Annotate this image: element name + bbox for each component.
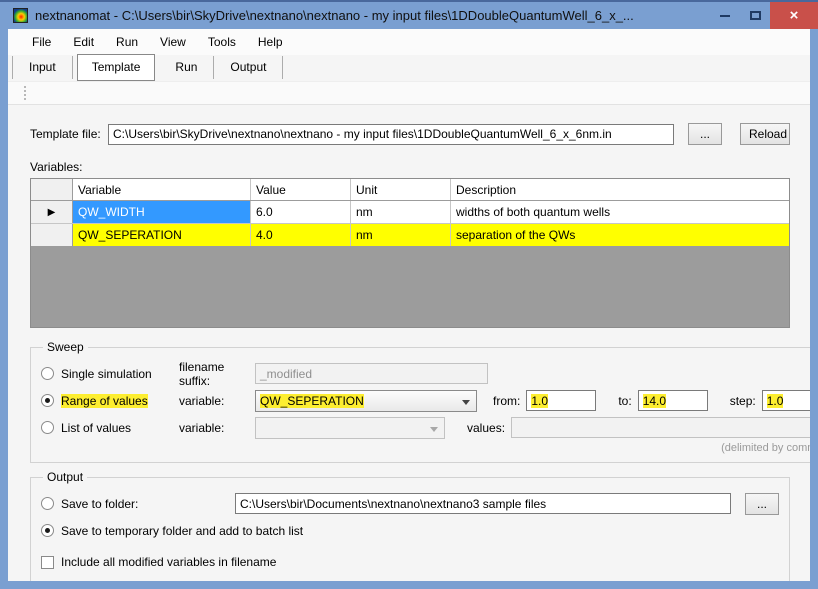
col-header-variable[interactable]: Variable [73,179,251,200]
variables-table: Variable Value Unit Description ▶ QW_WID… [30,178,790,328]
tab-strip: Input Template Run Output [8,55,810,81]
include-modified-checkbox[interactable] [41,556,54,569]
cell-unit[interactable]: nm [351,201,451,223]
cell-unit[interactable]: nm [351,224,451,246]
sweep-groupbox: Sweep Single simulation filename suffix:… [30,340,810,463]
list-of-values-radio[interactable] [41,421,54,434]
save-folder-input[interactable] [235,493,731,514]
col-header-description[interactable]: Description [451,179,789,200]
step-label: step: [730,394,756,408]
variables-label: Variables: [30,160,790,174]
list-variable-dropdown[interactable] [255,417,445,439]
step-input[interactable]: 1.0 [762,390,810,411]
save-to-folder-radio[interactable] [41,497,54,510]
values-hint: (delimited by commas) [41,441,810,456]
toolbar [8,81,810,105]
cell-variable[interactable]: QW_WIDTH [73,201,251,223]
table-row-qw-seperation[interactable]: QW_SEPERATION 4.0 nm separation of the Q… [31,224,789,247]
cell-value[interactable]: 4.0 [251,224,351,246]
save-temp-row: Save to temporary folder and add to batc… [41,517,779,544]
col-header-unit[interactable]: Unit [351,179,451,200]
client-area: File Edit Run View Tools Help Input Temp… [8,29,810,581]
close-icon: × [790,8,799,23]
app-window: nextnanomat - C:\Users\bir\SkyDrive\next… [0,0,818,589]
list-of-values-label[interactable]: List of values [61,421,179,435]
menu-edit[interactable]: Edit [63,31,104,53]
window-title: nextnanomat - C:\Users\bir\SkyDrive\next… [35,8,710,23]
single-simulation-row: Single simulation filename suffix: _modi… [41,360,810,387]
cell-variable[interactable]: QW_SEPERATION [73,224,251,246]
row-header-cell [31,179,73,200]
tab-template[interactable]: Template [77,54,156,81]
include-modified-row: Include all modified variables in filena… [41,550,779,574]
save-to-folder-row: Save to folder: ... [41,490,779,517]
output-groupbox: Output Save to folder: ... Save to tempo… [30,470,790,581]
single-simulation-label[interactable]: Single simulation [61,367,179,381]
values-label: values: [467,421,505,435]
menu-tools[interactable]: Tools [198,31,246,53]
window-controls: × [710,2,818,29]
include-modified-label[interactable]: Include all modified variables in filena… [61,555,276,569]
col-header-value[interactable]: Value [251,179,351,200]
save-folder-browse-button[interactable]: ... [745,493,779,515]
table-empty-area [31,247,789,327]
menu-bar: File Edit Run View Tools Help [8,29,810,55]
menu-file[interactable]: File [22,31,61,53]
range-of-values-row: Range of values variable: QW_SEPERATION … [41,387,810,414]
chevron-down-icon [462,400,470,405]
range-variable-label: variable: [179,394,255,408]
maximize-icon [750,11,761,20]
maximize-button[interactable] [740,2,770,29]
tab-input[interactable]: Input [12,56,73,79]
template-tab-content: Template file: ... Reload Variables: Var… [8,105,810,581]
template-file-row: Template file: ... Reload [30,123,790,145]
cell-description[interactable]: widths of both quantum wells [451,201,789,223]
cell-value[interactable]: 6.0 [251,201,351,223]
single-simulation-radio[interactable] [41,367,54,380]
list-variable-label: variable: [179,421,255,435]
reload-button[interactable]: Reload [740,123,790,145]
values-input[interactable] [511,417,810,438]
app-icon [13,8,28,23]
menu-view[interactable]: View [150,31,196,53]
to-input[interactable]: 14.0 [638,390,708,411]
minimize-icon [720,15,730,17]
template-browse-button[interactable]: ... [688,123,722,145]
range-of-values-radio[interactable] [41,394,54,407]
toolbar-grip-icon[interactable] [24,86,26,100]
from-input[interactable]: 1.0 [526,390,596,411]
filename-suffix-label: filename suffix: [179,360,255,388]
save-temp-label[interactable]: Save to temporary folder and add to batc… [61,524,303,538]
menu-help[interactable]: Help [248,31,293,53]
save-to-folder-label[interactable]: Save to folder: [61,497,229,511]
chevron-down-icon [430,427,438,432]
minimize-button[interactable] [710,2,740,29]
filename-suffix-input[interactable]: _modified [255,363,488,384]
range-of-values-label[interactable]: Range of values [61,394,179,408]
title-bar: nextnanomat - C:\Users\bir\SkyDrive\next… [0,2,818,29]
row-selector[interactable] [31,224,73,246]
output-groupbox-label: Output [43,470,87,484]
sweep-groupbox-label: Sweep [43,340,88,354]
menu-run[interactable]: Run [106,31,148,53]
table-row-qw-width[interactable]: ▶ QW_WIDTH 6.0 nm widths of both quantum… [31,201,789,224]
cell-description[interactable]: separation of the QWs [451,224,789,246]
tab-output[interactable]: Output [214,56,283,79]
current-row-indicator-icon: ▶ [48,207,56,218]
list-of-values-row: List of values variable: values: [41,414,810,441]
template-file-input[interactable] [108,124,674,145]
row-selector[interactable]: ▶ [31,201,73,223]
template-file-label: Template file: [30,127,108,141]
from-label: from: [493,394,520,408]
save-temp-radio[interactable] [41,524,54,537]
range-variable-dropdown[interactable]: QW_SEPERATION [255,390,477,412]
tab-run[interactable]: Run [159,56,214,79]
table-header-row: Variable Value Unit Description [31,179,789,201]
close-button[interactable]: × [770,2,818,29]
to-label: to: [618,394,631,408]
